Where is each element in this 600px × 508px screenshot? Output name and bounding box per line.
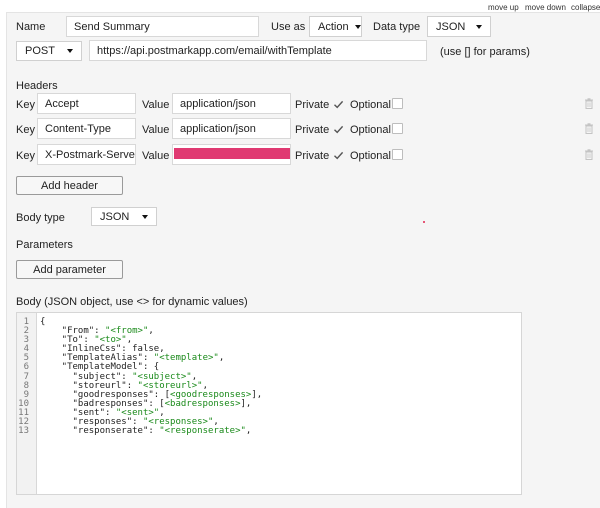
move-up-link[interactable]: move up xyxy=(488,3,519,12)
name-input[interactable]: Send Summary xyxy=(66,16,259,37)
body-code-editor[interactable]: 1 2 3 4 5 6 7 8 9 10 11 12 13 { "From": "<from>", "T… xyxy=(16,312,522,495)
trash-icon[interactable] xyxy=(584,98,594,109)
cursor-marker xyxy=(423,221,425,223)
code-token: ], xyxy=(251,389,263,400)
parameters-title: Parameters xyxy=(16,239,73,251)
add-header-button[interactable]: Add header xyxy=(16,176,123,195)
chevron-down-icon xyxy=(476,24,482,29)
chevron-down-icon xyxy=(354,24,361,29)
body-label: Body (JSON object, use <> for dynamic va… xyxy=(16,296,248,308)
use-as-select[interactable]: Action xyxy=(309,16,362,37)
header-key-label: Key xyxy=(16,99,35,111)
header-value-input[interactable]: application/json xyxy=(172,93,291,114)
use-as-label: Use as xyxy=(271,21,306,33)
name-label: Name xyxy=(16,21,46,33)
data-type-select[interactable]: JSON xyxy=(427,16,491,37)
code-token: , xyxy=(148,326,154,337)
check-icon[interactable] xyxy=(333,150,344,161)
optional-checkbox[interactable] xyxy=(392,123,403,134)
private-label: Private xyxy=(295,99,330,111)
chevron-down-icon xyxy=(142,214,148,219)
optional-label: Optional xyxy=(350,99,391,111)
optional-label: Optional xyxy=(350,150,391,162)
header-key-input[interactable]: Accept xyxy=(37,93,136,114)
move-down-link[interactable]: move down xyxy=(525,3,566,12)
body-type-label: Body type xyxy=(16,212,65,224)
chevron-down-icon xyxy=(67,49,73,53)
trash-icon[interactable] xyxy=(584,123,594,134)
check-icon[interactable] xyxy=(333,124,344,135)
private-label: Private xyxy=(295,124,330,136)
header-key-input[interactable]: Content-Type xyxy=(37,118,136,139)
header-value-input[interactable] xyxy=(172,144,291,165)
code-line: "responserate": "<responserate>", xyxy=(40,427,262,436)
check-icon[interactable] xyxy=(333,99,344,110)
method-select[interactable]: POST xyxy=(16,41,82,61)
header-key-input[interactable]: X-Postmark-Server-To xyxy=(37,144,136,165)
collapse-link[interactable]: collapse xyxy=(571,3,600,12)
use-as-value: Action xyxy=(318,20,349,33)
code-token: "responserate": xyxy=(40,426,160,437)
code-token: , xyxy=(218,353,225,364)
optional-checkbox[interactable] xyxy=(392,149,403,160)
header-key-label: Key xyxy=(16,124,35,136)
code-string: <badresponses> xyxy=(164,398,241,409)
header-value-input[interactable]: application/json xyxy=(172,118,291,139)
trash-icon[interactable] xyxy=(584,149,594,160)
data-type-value: JSON xyxy=(436,20,466,33)
body-type-value: JSON xyxy=(100,210,130,223)
masked-value xyxy=(174,148,290,159)
header-value-label: Value xyxy=(142,99,170,111)
code-token: ], xyxy=(240,398,252,409)
params-hint: (use [] for params) xyxy=(440,46,530,58)
private-label: Private xyxy=(295,150,330,162)
body-type-select[interactable]: JSON xyxy=(91,207,157,226)
optional-label: Optional xyxy=(350,124,391,136)
add-parameter-button[interactable]: Add parameter xyxy=(16,260,123,279)
code-lines: { "From": "<from>", "To": "<to>", "Inlin… xyxy=(40,317,263,436)
headers-title: Headers xyxy=(16,80,58,92)
header-value-label: Value xyxy=(142,150,170,162)
line-number: 13 xyxy=(18,426,29,437)
method-value: POST xyxy=(25,45,55,57)
code-token: , xyxy=(245,426,252,437)
url-input[interactable]: https://api.postmarkapp.com/email/withTe… xyxy=(89,40,427,61)
data-type-label: Data type xyxy=(373,21,421,33)
code-string: "<template>" xyxy=(153,353,219,364)
line-number-gutter: 1 2 3 4 5 6 7 8 9 10 11 12 13 xyxy=(17,313,37,494)
header-value-label: Value xyxy=(142,124,170,136)
header-key-label: Key xyxy=(16,150,35,162)
code-string: "<responserate>" xyxy=(159,426,246,437)
optional-checkbox[interactable] xyxy=(392,98,403,109)
